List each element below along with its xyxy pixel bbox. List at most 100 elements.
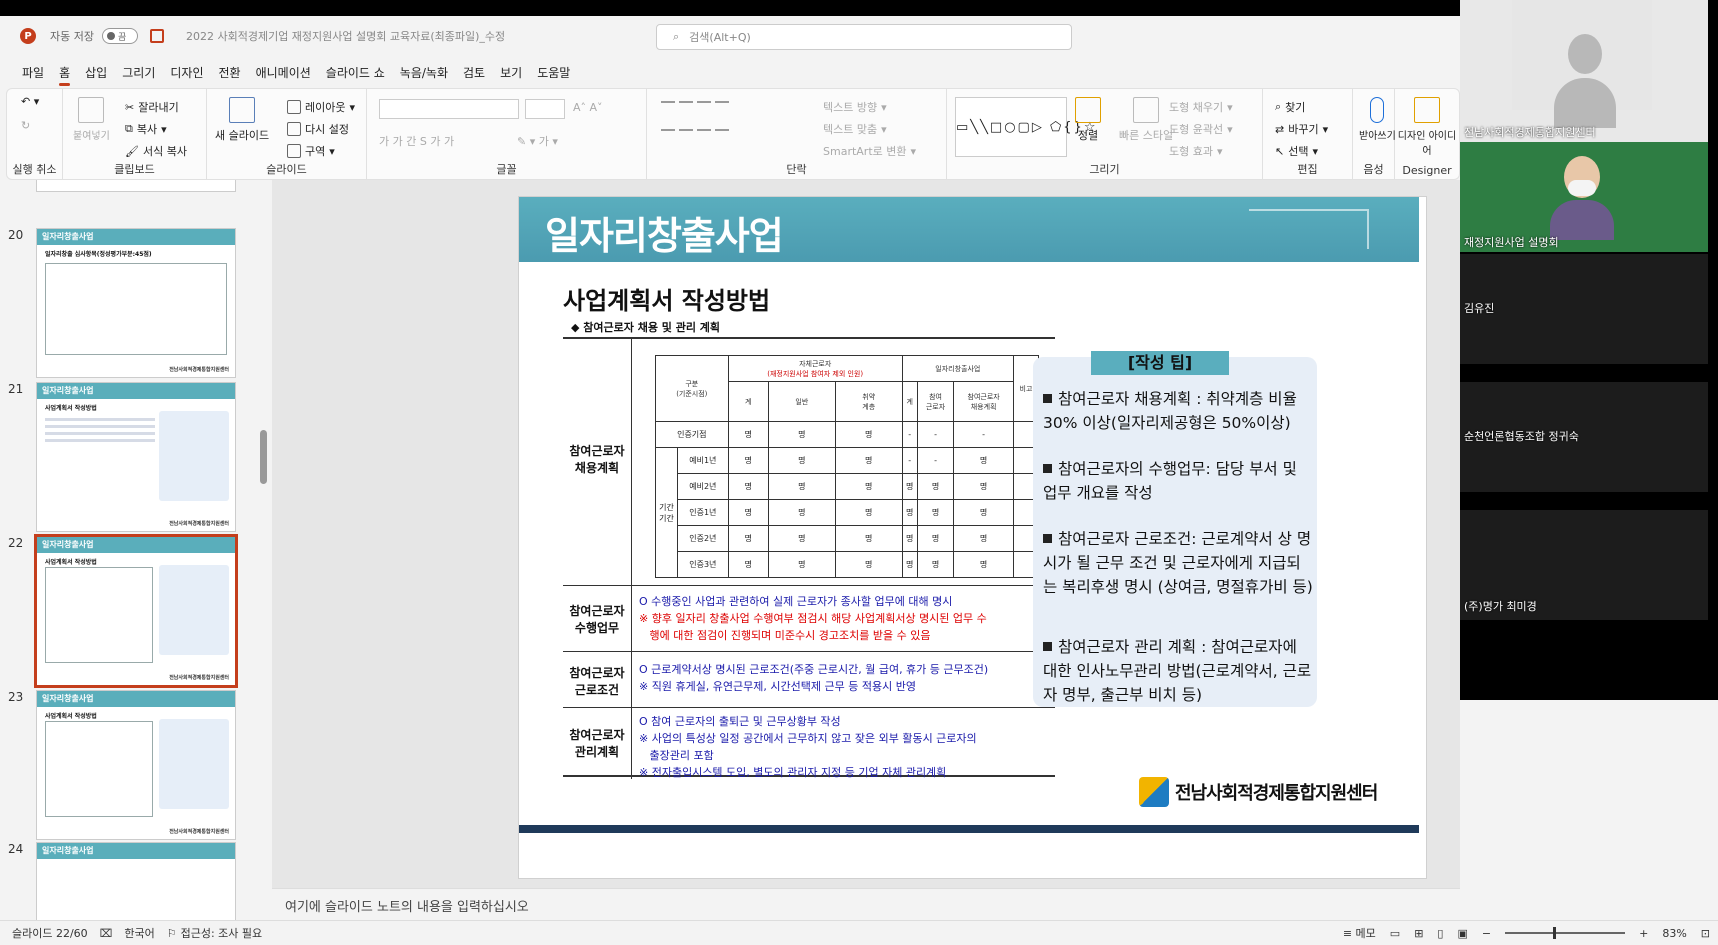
autosave-label: 자동 저장 — [50, 30, 94, 43]
design-ideas-button[interactable]: 디자인 아이디어 — [1397, 97, 1457, 157]
menu-tab[interactable]: 녹음/녹화 — [400, 60, 459, 86]
zoom-slider[interactable] — [1505, 927, 1626, 939]
document-title[interactable]: 2022 사회적경제기업 재정지원사업 설명회 교육자료(최종파일)_수정 — [186, 28, 505, 44]
font-size-select[interactable] — [525, 99, 565, 119]
menu-tab[interactable]: 도움말 — [537, 60, 581, 86]
table-cell: 명 — [953, 525, 1014, 552]
table-cell: 명 — [916, 551, 955, 578]
text-direction-button[interactable]: 텍스트 방향 ▾ — [823, 99, 887, 115]
menu-tab[interactable]: 디자인 — [170, 60, 214, 86]
font-name-select[interactable] — [379, 99, 519, 119]
slideshow-icon[interactable]: ▣ — [1457, 927, 1467, 940]
slide-thumbnail-20[interactable]: 일자리창출사업 일자리창출 심사항목(정성평가부분:45점) 전남사회적경제통합… — [36, 228, 236, 378]
notes-toggle[interactable]: ≡ 메모 — [1343, 925, 1376, 941]
hiring-table: 구분 (기준시점) 자체근로자 (재정지원사업 참여자 제외 인원) 일자리창출사… — [655, 355, 1040, 578]
shapes-gallery[interactable]: ▭╲╲□○▢▷ ⬠{}☆ — [955, 97, 1095, 157]
font-grow-button[interactable]: A˄ A˅ — [573, 101, 603, 114]
undo-button[interactable]: ↶ ▾ — [21, 95, 39, 108]
new-slide-button[interactable]: 새 슬라이드 — [215, 97, 269, 143]
zoom-level[interactable]: 83% — [1662, 927, 1686, 940]
fit-slide-icon[interactable]: ⊡ — [1701, 927, 1710, 940]
autosave-state: 끔 — [117, 32, 127, 43]
header-total: 계 — [727, 381, 769, 422]
menu-tab[interactable]: 전환 — [218, 60, 251, 86]
find-button[interactable]: ⌕ 찾기 — [1275, 99, 1305, 115]
table-cell: 명 — [901, 525, 918, 552]
zoom-out-button[interactable]: − — [1482, 927, 1491, 940]
save-icon[interactable] — [149, 29, 164, 43]
replace-button[interactable]: ⇄ 바꾸기 ▾ — [1275, 121, 1328, 137]
toggle-knob-icon — [106, 32, 115, 40]
thumbnail-scrollbar[interactable] — [258, 192, 268, 922]
shape-effects-button[interactable]: 도형 효과 ▾ — [1169, 143, 1223, 159]
duties-line: O 수행중인 사업과 관련하여 실제 근로자가 종사할 업무에 대해 명시 — [639, 595, 953, 608]
smartart-label: SmartArt로 변환 — [823, 145, 907, 158]
reset-label: 다시 설정 — [305, 123, 349, 136]
accessibility-icon[interactable]: ⚐ — [167, 927, 177, 940]
quick-styles-button[interactable]: 빠른 스타일 — [1119, 97, 1173, 143]
participant-tile[interactable]: 김유진 — [1460, 254, 1708, 364]
list-buttons[interactable] — [661, 101, 729, 103]
normal-view-icon[interactable]: ▭ — [1390, 927, 1400, 940]
participant-name: 재정지원사업 설명회 — [1464, 236, 1559, 249]
shape-outline-button[interactable]: 도형 윤곽선 ▾ — [1169, 121, 1233, 137]
zoom-in-button[interactable]: + — [1639, 927, 1648, 940]
zoom-knob[interactable] — [1553, 927, 1557, 939]
reset-button[interactable]: 다시 설정 — [287, 121, 349, 137]
participant-tile[interactable]: 전남사회적경제통합지원센터 — [1460, 0, 1708, 142]
accessibility-status[interactable]: 접근성: 조사 필요 — [181, 925, 263, 941]
menu-tab[interactable]: 슬라이드 쇼 — [326, 60, 396, 86]
smartart-button[interactable]: SmartArt로 변환 ▾ — [823, 143, 916, 159]
search-input[interactable]: ⌕ 검색(Alt+Q) — [656, 24, 1072, 50]
row-period-label: 인증2년 — [677, 525, 729, 552]
spellcheck-icon[interactable]: ⌧ — [100, 927, 113, 940]
participant-tile[interactable]: (주)명가 최미경 — [1460, 510, 1708, 620]
slide-canvas[interactable]: 일자리창출사업 사업계획서 작성방법 ◆ 참여근로자 채용 및 관리 계획 참여… — [518, 196, 1427, 879]
format-painter-button[interactable]: 🖌 서식 복사 — [125, 143, 187, 159]
menu-tab[interactable]: 보기 — [500, 60, 533, 86]
select-button[interactable]: ↖ 선택 ▾ — [1275, 143, 1318, 159]
tip-text: 참여근로자 근로조건: 근로계약서 상 명시가 될 근무 조건 및 근로자에게 … — [1043, 530, 1313, 596]
slide-thumbnail-21[interactable]: 일자리창출사업 사업계획서 작성방법 전남사회적경제통합지원센터 — [36, 382, 236, 532]
slide-thumbnail-24[interactable]: 일자리창출사업 — [36, 842, 236, 920]
slide-thumbnail-panel: 20 일자리창출사업 일자리창출 심사항목(정성평가부분:45점) 전남사회적경… — [0, 180, 262, 920]
menu-tab[interactable]: 파일 — [22, 60, 55, 86]
section-button[interactable]: 구역 ▾ — [287, 143, 335, 159]
shape-fill-button[interactable]: 도형 채우기 ▾ — [1169, 99, 1233, 115]
menu-tab[interactable]: 삽입 — [85, 60, 118, 86]
menu-tab[interactable]: 검토 — [463, 60, 496, 86]
copy-button[interactable]: ⧉ 복사 ▾ — [125, 121, 167, 137]
font-style-buttons[interactable]: 가 가 간 S 가 가 — [379, 133, 454, 149]
slide-notes-input[interactable]: 여기에 슬라이드 노트의 내용을 입력하십시오 — [272, 888, 1460, 920]
menu-tab[interactable]: 그리기 — [122, 60, 166, 86]
participant-tile-active[interactable]: 재정지원사업 설명회 — [1460, 142, 1708, 252]
header-hire-plan: 참여근로자 채용계획 — [953, 381, 1014, 422]
slide-thumbnail-22-selected[interactable]: 일자리창출사업 사업계획서 작성방법 전남사회적경제통합지원센터 — [34, 534, 238, 688]
status-right: ≡ 메모 ▭ ⊞ ▯ ▣ − + 83% ⊡ — [1343, 925, 1710, 941]
table-divider — [563, 585, 1055, 586]
designer-icon — [1414, 97, 1440, 123]
cut-button[interactable]: ✂ 잘라내기 — [125, 99, 179, 115]
layout-button[interactable]: 레이아웃 ▾ — [287, 99, 355, 115]
language-indicator[interactable]: 한국어 — [124, 925, 154, 941]
menu-tab[interactable]: 홈 — [59, 60, 81, 86]
header-vulnerable: 취약 계층 — [834, 381, 903, 422]
scrollbar-thumb[interactable] — [260, 430, 267, 484]
slide-thumbnail-19[interactable] — [36, 180, 236, 192]
reading-view-icon[interactable]: ▯ — [1437, 927, 1443, 940]
slide-thumbnail-23[interactable]: 일자리창출사업 사업계획서 작성방법 전남사회적경제통합지원센터 — [36, 690, 236, 840]
font-color-buttons[interactable]: ✎ ▾ 가 ▾ — [517, 133, 558, 149]
align-buttons[interactable] — [661, 129, 729, 131]
header-participant: 참여 근로자 — [916, 381, 955, 422]
align-text-button[interactable]: 텍스트 맞춤 ▾ — [823, 121, 887, 137]
participant-tile[interactable]: 순천언론협동조합 정귀숙 — [1460, 382, 1708, 492]
scissors-icon: ✂ — [125, 100, 135, 114]
autosave-toggle[interactable]: 끔 — [101, 28, 138, 44]
header-total-2: 계 — [901, 381, 918, 422]
paste-button[interactable]: 붙여넣기 — [73, 97, 110, 142]
slide-sorter-icon[interactable]: ⊞ — [1414, 927, 1423, 940]
dictate-button[interactable]: 받아쓰기 — [1359, 97, 1396, 142]
arrange-button[interactable]: 정렬 — [1075, 97, 1101, 143]
menu-tab[interactable]: 애니메이션 — [256, 60, 322, 86]
redo-button[interactable]: ↻ — [21, 119, 30, 132]
